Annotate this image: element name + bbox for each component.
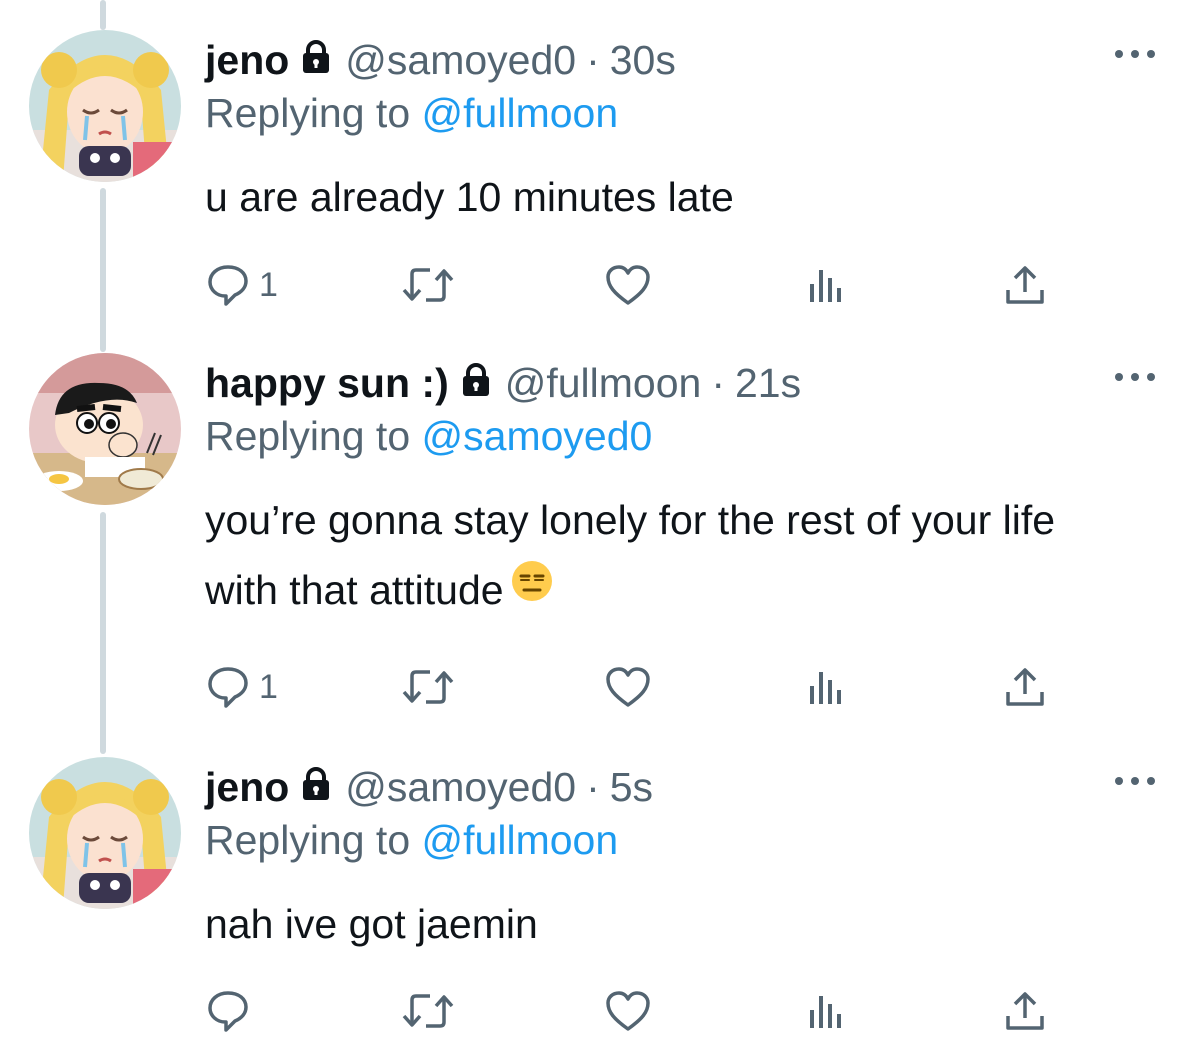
analytics-button[interactable] <box>806 981 846 1041</box>
analytics-bars-icon <box>810 672 841 704</box>
retweet-icon <box>402 994 454 1028</box>
analytics-button[interactable] <box>806 657 846 717</box>
retweet-icon <box>402 670 454 704</box>
reply-button[interactable] <box>205 981 259 1041</box>
share-button[interactable] <box>1003 255 1047 315</box>
reply-button[interactable]: 1 <box>205 657 278 717</box>
replying-prefix: Replying to <box>205 413 411 459</box>
separator-dot: · <box>711 359 725 406</box>
lock-icon <box>301 764 331 811</box>
display-name[interactable]: happy sun :) <box>205 360 449 407</box>
tweet-text-content: u are already 10 minutes late <box>205 174 734 220</box>
avatar[interactable] <box>29 30 181 182</box>
tweet-text-content: nah ive got jaemin <box>205 901 538 947</box>
timestamp[interactable]: 30s <box>610 37 676 84</box>
like-button[interactable] <box>604 255 652 315</box>
share-upload-icon <box>1006 992 1044 1030</box>
tweet-header: happy sun :) @fullmoon · 21s <box>205 353 801 413</box>
tweet-text-content: you’re gonna stay lonely for the rest of… <box>205 497 1056 613</box>
sailor-moon-crying-avatar <box>29 30 181 182</box>
tweet-text: you’re gonna stay lonely for the rest of… <box>205 485 1105 625</box>
analytics-bars-icon <box>810 270 841 302</box>
heart-icon <box>606 265 650 305</box>
thread-connector-line <box>100 0 106 30</box>
analytics-button[interactable] <box>806 255 846 315</box>
lock-icon <box>301 37 331 84</box>
tweet[interactable]: happy sun :) @fullmoon · 21s Replying to… <box>0 353 1200 723</box>
replying-to-line: Replying to @fullmoon <box>205 90 618 137</box>
reply-button[interactable]: 1 <box>205 255 278 315</box>
replying-to-line: Replying to @samoyed0 <box>205 413 652 460</box>
user-handle[interactable]: @samoyed0 <box>345 764 576 811</box>
replying-to-line: Replying to @fullmoon <box>205 817 618 864</box>
share-upload-icon <box>1006 266 1044 304</box>
tweet-actions: 1 <box>0 657 1200 717</box>
share-upload-icon <box>1006 668 1044 706</box>
avatar[interactable] <box>29 757 181 909</box>
more-dots-icon[interactable] <box>1115 44 1155 64</box>
shin-chan-eating-avatar <box>29 353 181 505</box>
separator-dot: · <box>586 763 600 810</box>
retweet-button[interactable] <box>400 981 456 1041</box>
user-handle[interactable]: @samoyed0 <box>345 37 576 84</box>
analytics-bars-icon <box>810 996 841 1028</box>
tweet[interactable]: jeno @samoyed0 · 5s Replying to @fullmoo… <box>0 757 1200 1047</box>
replying-to-link[interactable]: @fullmoon <box>422 817 619 863</box>
thread-page: jeno @samoyed0 · 30s Replying to @fullmo… <box>0 0 1200 1057</box>
like-button[interactable] <box>604 981 652 1041</box>
display-name[interactable]: jeno <box>205 764 289 811</box>
reply-count: 1 <box>259 667 278 706</box>
replying-to-link[interactable]: @fullmoon <box>422 90 619 136</box>
reply-bubble-icon <box>208 265 248 306</box>
heart-icon <box>606 991 650 1031</box>
share-button[interactable] <box>1003 981 1047 1041</box>
reply-bubble-icon <box>208 667 248 708</box>
heart-icon <box>606 667 650 707</box>
timestamp[interactable]: 5s <box>610 764 653 811</box>
reply-count: 1 <box>259 265 278 304</box>
tweet-header: jeno @samoyed0 · 5s <box>205 757 653 817</box>
tweet-actions: 1 <box>0 255 1200 315</box>
more-dots-icon[interactable] <box>1115 367 1155 387</box>
more-dots-icon[interactable] <box>1115 771 1155 791</box>
retweet-button[interactable] <box>400 255 456 315</box>
tweet[interactable]: jeno @samoyed0 · 30s Replying to @fullmo… <box>0 30 1200 330</box>
like-button[interactable] <box>604 657 652 717</box>
replying-prefix: Replying to <box>205 90 411 136</box>
display-name[interactable]: jeno <box>205 37 289 84</box>
tweet-text: nah ive got jaemin <box>205 889 1105 959</box>
user-handle[interactable]: @fullmoon <box>505 360 702 407</box>
share-button[interactable] <box>1003 657 1047 717</box>
retweet-icon <box>402 268 454 302</box>
avatar[interactable] <box>29 353 181 505</box>
tweet-text: u are already 10 minutes late <box>205 162 1105 232</box>
retweet-button[interactable] <box>400 657 456 717</box>
sailor-moon-crying-avatar <box>29 757 181 909</box>
timestamp[interactable]: 21s <box>735 360 801 407</box>
replying-prefix: Replying to <box>205 817 411 863</box>
separator-dot: · <box>586 36 600 83</box>
tweet-header: jeno @samoyed0 · 30s <box>205 30 676 90</box>
reply-bubble-icon <box>208 991 248 1032</box>
lock-icon <box>461 360 491 407</box>
replying-to-link[interactable]: @samoyed0 <box>422 413 653 459</box>
expressionless-face-emoji <box>510 554 554 624</box>
tweet-actions <box>0 981 1200 1041</box>
